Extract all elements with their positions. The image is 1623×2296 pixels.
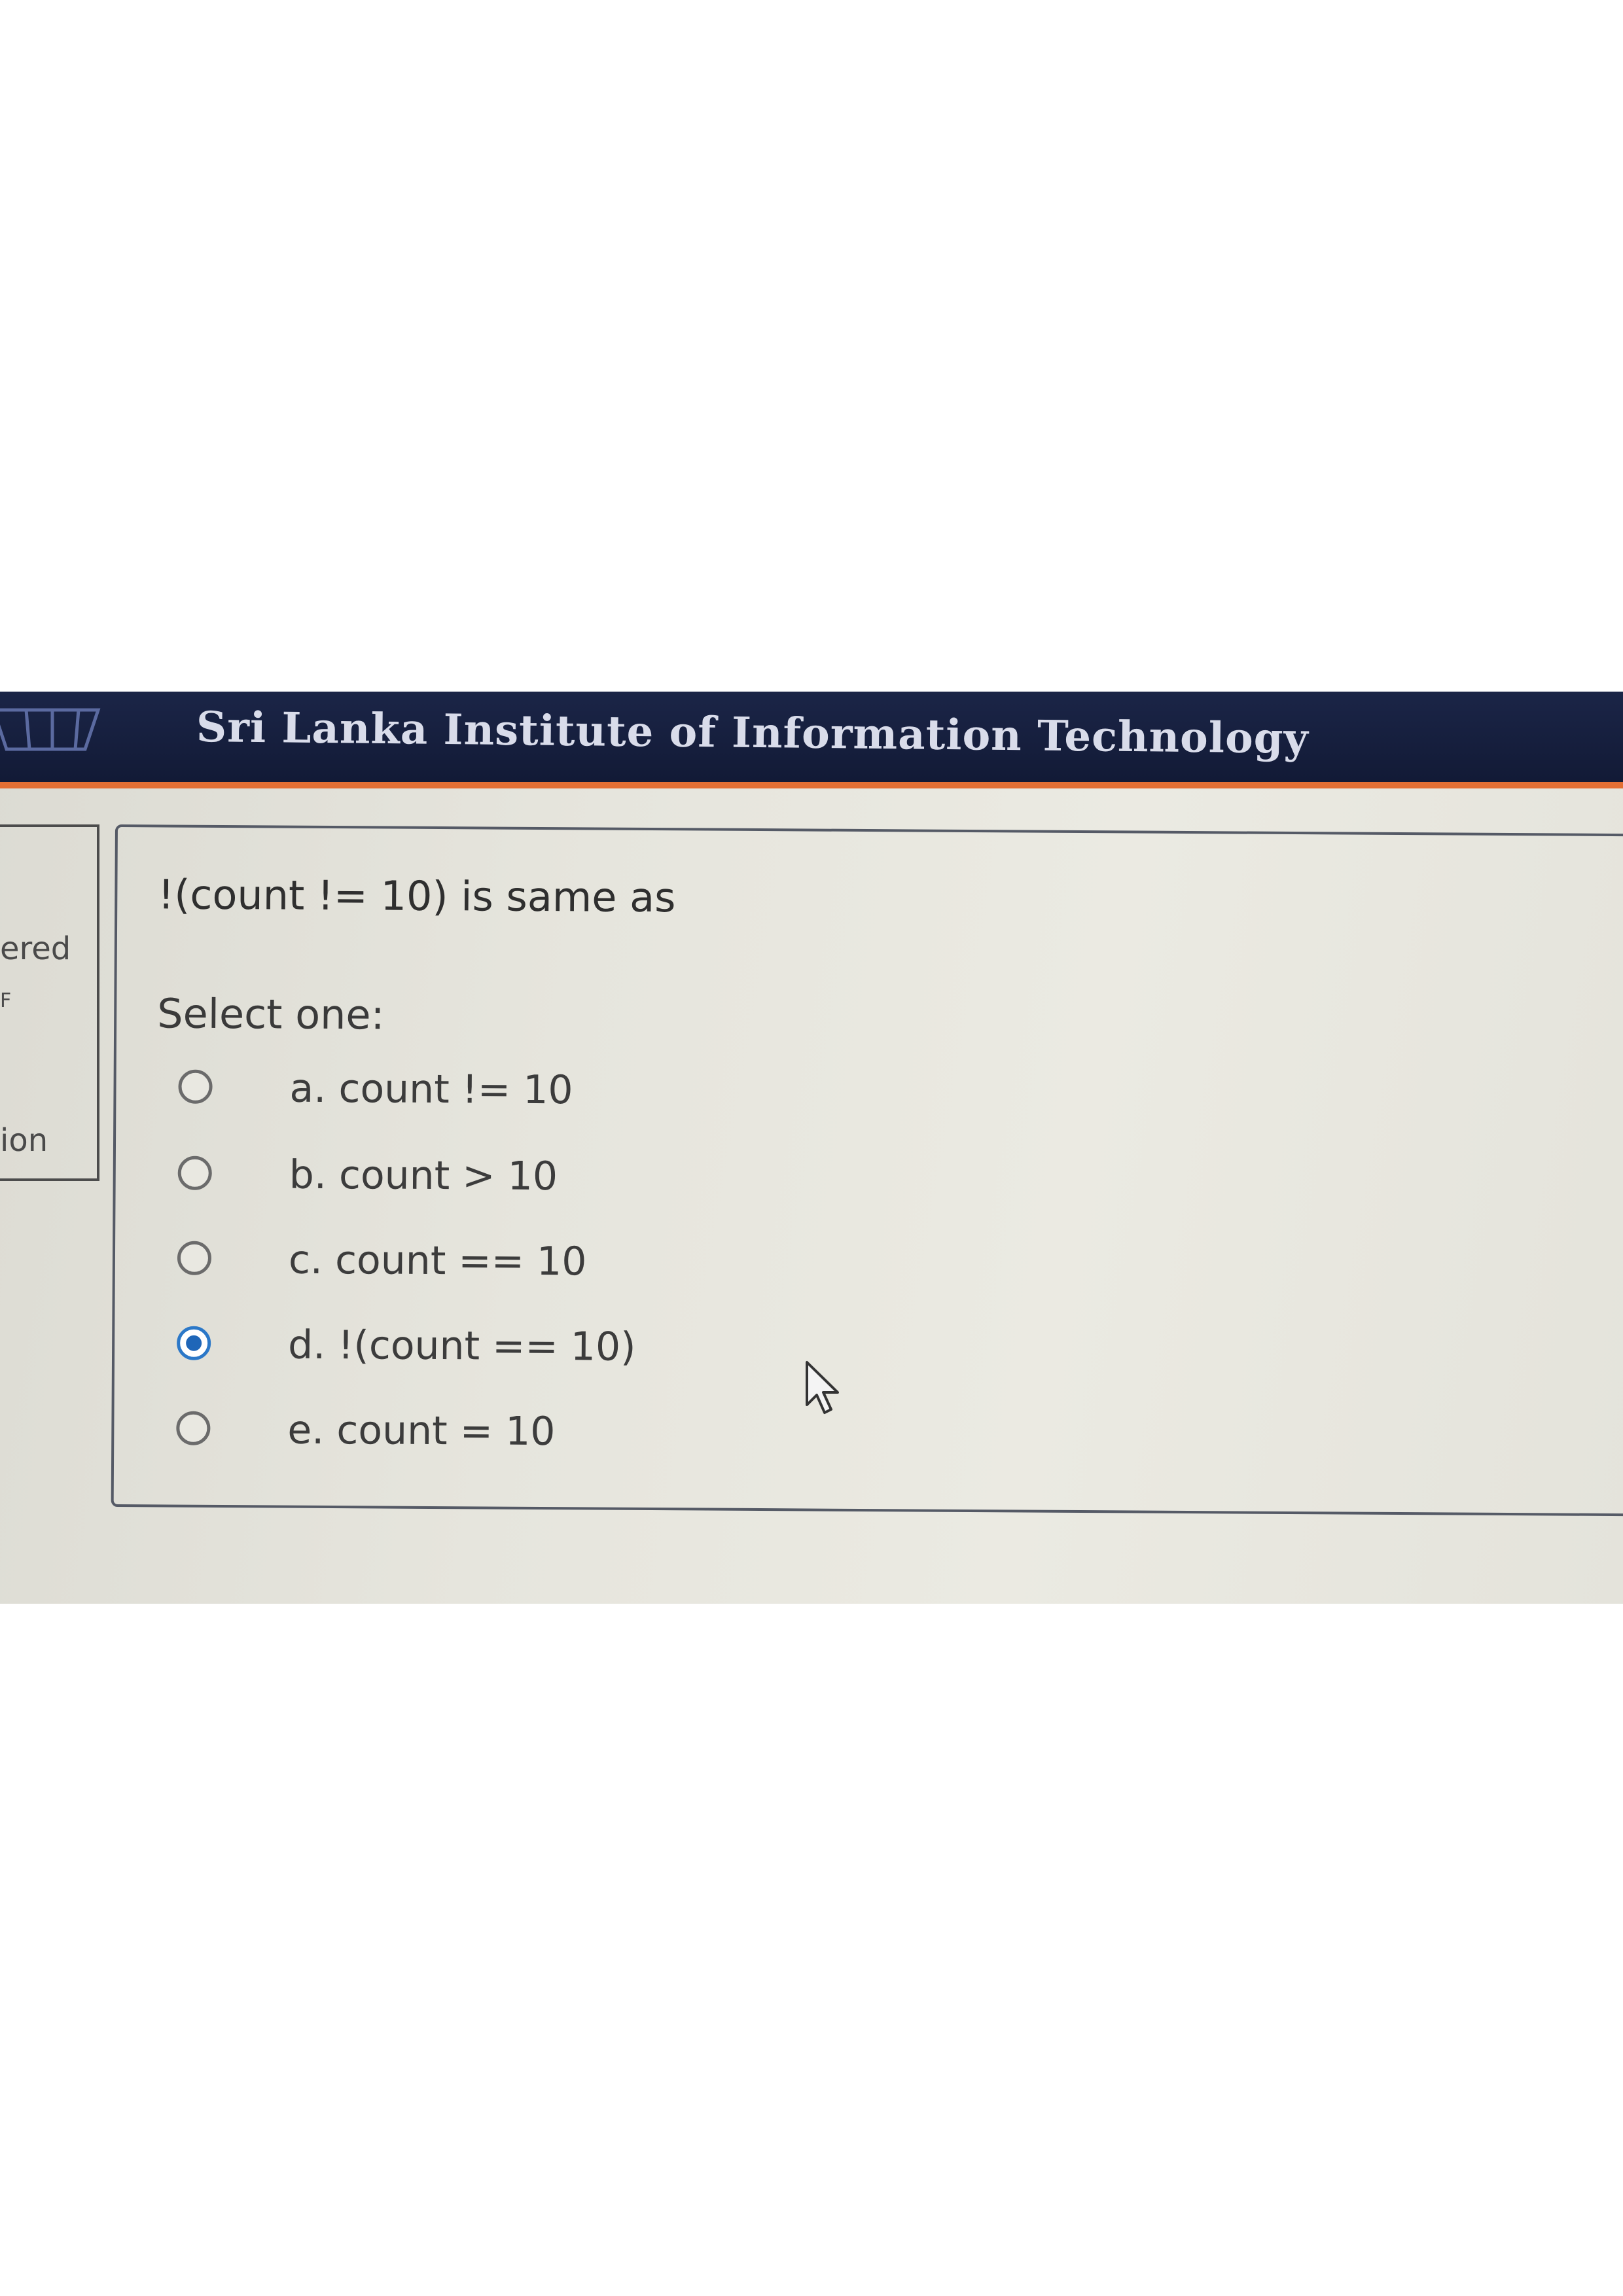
option-a-label[interactable]: a. count != 10 <box>289 1064 573 1116</box>
option-a-radio[interactable] <box>178 1069 213 1104</box>
page: Sri Lanka Institute of Information Techn… <box>0 0 1623 2296</box>
side-fragment-1: ered <box>0 930 71 967</box>
option-c-radio[interactable] <box>177 1241 212 1275</box>
option-d-radio[interactable] <box>177 1326 211 1360</box>
site-header: Sri Lanka Institute of Information Techn… <box>0 692 1623 788</box>
option-c-label[interactable]: c. count == 10 <box>289 1235 587 1287</box>
option-b-label[interactable]: b. count > 10 <box>289 1150 558 1202</box>
select-one-label: Select one: <box>157 989 385 1039</box>
screen-photo: Sri Lanka Institute of Information Techn… <box>0 692 1623 1604</box>
option-b-radio[interactable] <box>177 1156 212 1190</box>
institute-name: Sri Lanka Institute of Information Techn… <box>196 703 1310 764</box>
question-text: !(count != 10) is same as <box>158 870 676 922</box>
option-e-label[interactable]: e. count = 10 <box>287 1405 556 1457</box>
option-e-radio[interactable] <box>176 1411 211 1445</box>
side-fragment-3: ion <box>0 1122 48 1159</box>
institute-logo <box>0 708 101 751</box>
option-b[interactable]: b. count > 10 <box>177 1150 963 1207</box>
question-box: !(count != 10) is same as Select one: a.… <box>111 824 1623 1517</box>
mouse-pointer-icon <box>806 1361 839 1414</box>
option-c[interactable]: c. count == 10 <box>177 1235 963 1292</box>
option-d-label[interactable]: d. !(count == 10) <box>288 1320 636 1372</box>
option-a[interactable]: a. count != 10 <box>178 1063 963 1120</box>
side-fragment-2: F <box>0 989 12 1012</box>
